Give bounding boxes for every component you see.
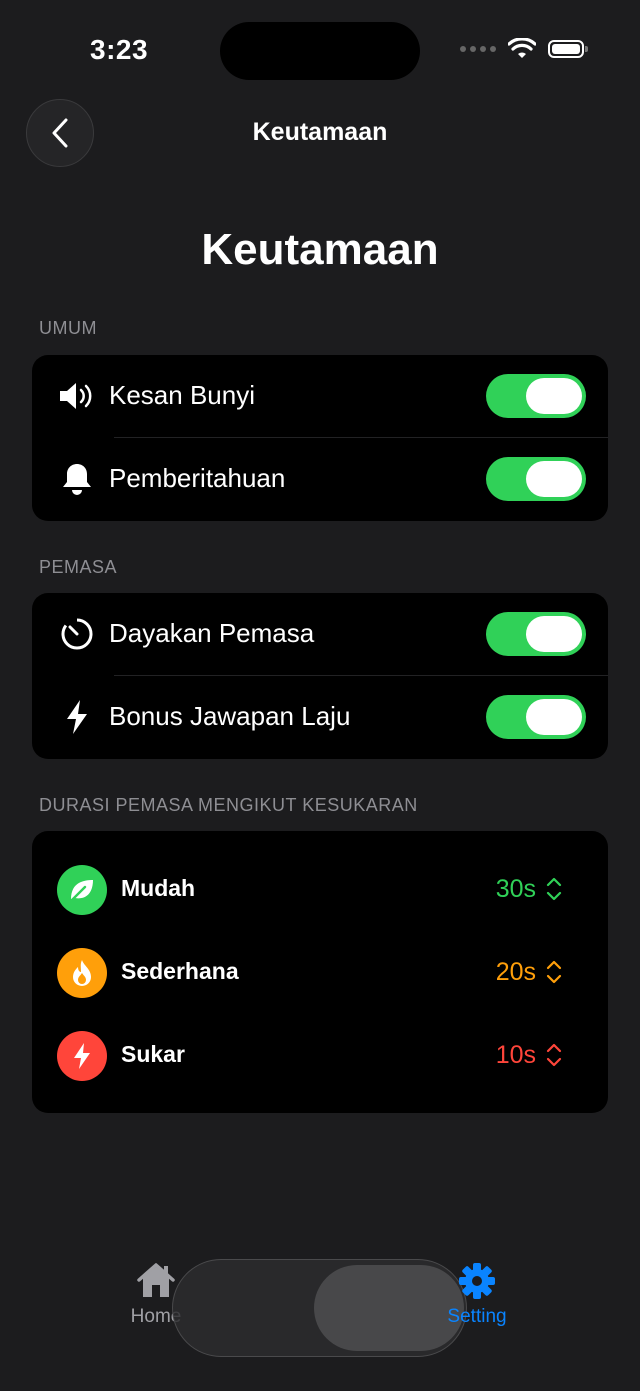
difficulty-value: 30s: [495, 875, 536, 903]
general-settings-group: Kesan Bunyi Pemberitahuan: [32, 355, 608, 521]
setting-row-notifications: Pemberitahuan: [32, 438, 608, 521]
difficulty-label: Mudah: [121, 875, 196, 901]
section-header-difficulty: DURASI PEMASA MENGIKUT KESUKARAN: [39, 795, 418, 815]
speed-bonus-toggle[interactable]: [486, 695, 586, 739]
setting-row-enable-timer: Dayakan Pemasa: [32, 593, 608, 676]
sound-toggle[interactable]: [486, 374, 586, 418]
difficulty-label: Sederhana: [121, 958, 239, 984]
difficulty-value: 20s: [495, 958, 536, 986]
difficulty-row-hard[interactable]: Sukar 10s: [32, 1014, 608, 1097]
battery-icon: [548, 40, 588, 58]
tab-label: Setting: [447, 1306, 507, 1327]
bolt-icon: [58, 698, 96, 736]
setting-label: Bonus Jawapan Laju: [109, 701, 351, 731]
gear-icon: [459, 1263, 495, 1299]
difficulty-label: Sukar: [121, 1041, 185, 1067]
status-icons: [460, 38, 588, 60]
section-header-timer: PEMASA: [39, 557, 118, 577]
enable-timer-toggle[interactable]: [486, 612, 586, 656]
difficulty-row-easy[interactable]: Mudah 30s: [32, 848, 608, 931]
leaf-icon: [57, 865, 107, 915]
section-header-general: UMUM: [39, 318, 97, 338]
tab-bar: Home Setting: [0, 1250, 640, 1391]
bolt-icon: [57, 1031, 107, 1081]
tab-setting[interactable]: Setting: [436, 1260, 518, 1328]
chevron-up-down-icon: [546, 877, 562, 901]
chevron-up-down-icon: [546, 1043, 562, 1067]
setting-label: Pemberitahuan: [109, 463, 286, 493]
speaker-icon: [58, 377, 96, 415]
chevron-up-down-icon: [546, 960, 562, 984]
dynamic-island: [220, 22, 420, 80]
difficulty-group: Mudah 30s Sederhana 20s Sukar 10s: [32, 831, 608, 1113]
flame-icon: [57, 948, 107, 998]
timer-settings-group: Dayakan Pemasa Bonus Jawapan Laju: [32, 593, 608, 759]
setting-row-speed-bonus: Bonus Jawapan Laju: [32, 676, 608, 759]
nav-title: Keutamaan: [252, 118, 388, 146]
status-time: 3:23: [90, 34, 149, 65]
difficulty-row-medium[interactable]: Sederhana 20s: [32, 931, 608, 1014]
setting-row-sound: Kesan Bunyi: [32, 355, 608, 438]
timer-icon: [58, 615, 96, 653]
difficulty-value: 10s: [495, 1041, 536, 1069]
status-bar: 3:23: [0, 0, 640, 100]
setting-label: Dayakan Pemasa: [109, 618, 315, 648]
setting-label: Kesan Bunyi: [109, 380, 255, 410]
bell-icon: [58, 460, 96, 498]
signal-icon: [460, 46, 496, 52]
page-title: Keutamaan: [201, 225, 439, 274]
house-icon: [137, 1263, 175, 1297]
notifications-toggle[interactable]: [486, 457, 586, 501]
wifi-icon: [508, 38, 536, 58]
